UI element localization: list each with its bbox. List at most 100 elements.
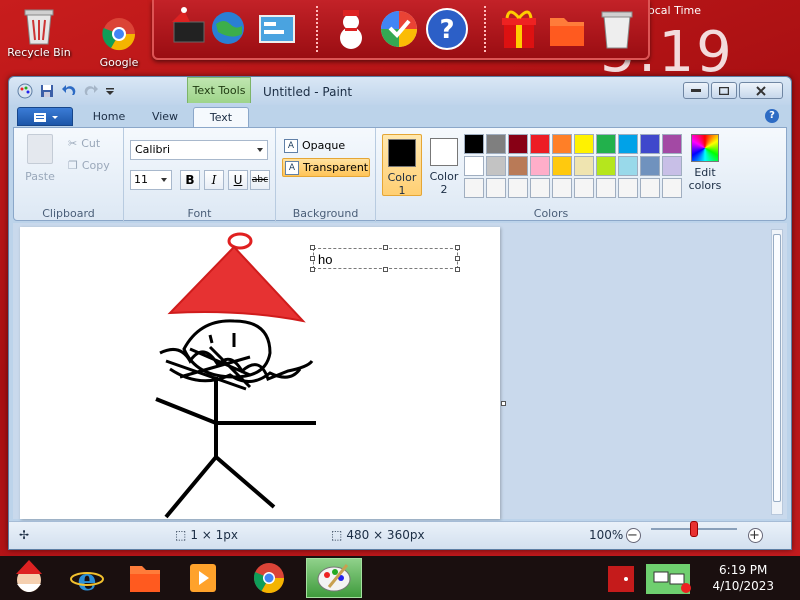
palette-color-swatch[interactable] [574,178,594,198]
palette-color-swatch[interactable] [596,156,616,176]
taskbar-media-button[interactable] [178,558,234,598]
color1-selector[interactable]: Color 1 [382,134,422,197]
paste-button[interactable]: Paste [22,134,58,183]
resize-handle[interactable] [383,245,388,250]
font-family-dropdown[interactable]: Calibri [130,140,268,160]
font-size-dropdown[interactable]: 11 [130,170,172,190]
vertical-scrollbar[interactable] [771,229,783,515]
transparent-option[interactable]: A Transparent [282,158,370,177]
taskbar-chrome-button[interactable] [244,558,300,598]
palette-color-swatch[interactable] [618,156,638,176]
undo-icon[interactable] [61,83,77,99]
italic-button[interactable]: I [204,170,224,190]
resize-handle[interactable] [455,245,460,250]
palette-color-swatch[interactable] [530,156,550,176]
palette-color-swatch[interactable] [552,156,572,176]
taskbar-explorer-button[interactable] [120,558,176,598]
palette-color-swatch[interactable] [464,156,484,176]
dock-folder-icon[interactable] [544,6,590,52]
palette-color-swatch[interactable] [508,156,528,176]
save-icon[interactable] [39,83,55,99]
cut-button[interactable]: ✂ Cut [68,134,100,152]
help-icon[interactable]: ? [765,109,779,123]
palette-color-swatch[interactable] [596,134,616,154]
redo-icon[interactable] [83,83,99,99]
canvas-resize-handle[interactable] [501,401,506,406]
qat-customize-icon[interactable] [105,83,121,99]
tray-clock[interactable]: 6:19 PM 4/10/2023 [712,562,774,594]
palette-color-swatch[interactable] [662,178,682,198]
resize-handle[interactable] [310,245,315,250]
scrollbar-thumb[interactable] [773,234,781,502]
opaque-option[interactable]: A Opaque [282,136,370,155]
dock-help-icon[interactable]: ? [424,6,470,52]
palette-color-swatch[interactable] [486,178,506,198]
dock-windows-update-icon[interactable] [376,6,422,52]
palette-color-swatch[interactable] [596,178,616,198]
tab-home[interactable]: Home [81,107,137,127]
palette-color-swatch[interactable] [552,134,572,154]
palette-color-swatch[interactable] [574,134,594,154]
palette-color-swatch[interactable] [662,156,682,176]
palette-color-swatch[interactable] [618,134,638,154]
dock-gift-icon[interactable] [496,6,542,52]
google-label: Google [99,56,139,69]
close-button[interactable] [739,82,783,99]
dock-santa-computer-icon[interactable] [164,6,210,52]
zoom-slider[interactable] [651,521,737,537]
start-button[interactable] [4,558,60,598]
resize-handle[interactable] [310,256,315,261]
palette-color-swatch[interactable] [640,134,660,154]
palette-color-swatch[interactable] [464,178,484,198]
underline-button[interactable]: U [228,170,248,190]
dock-snowman-icon[interactable] [328,6,374,52]
move-cursor-icon: ✢ [19,528,30,542]
desktop-icon-recycle-bin[interactable]: Recycle Bin [4,6,74,59]
dock-globe-icon[interactable] [206,6,252,52]
palette-color-swatch[interactable] [530,134,550,154]
zoom-out-button[interactable]: − [626,528,641,543]
desktop-icon-google[interactable]: Google [84,16,154,69]
selection-icon: ⬚ [175,528,187,542]
palette-color-swatch[interactable] [552,178,572,198]
palette-color-swatch[interactable] [530,178,550,198]
text-input-box[interactable]: ho [313,248,458,269]
maximize-button[interactable] [711,82,737,99]
tray-red-app-icon[interactable] [606,558,636,598]
zoom-slider-thumb[interactable] [690,521,698,537]
dock-recycle-bin-icon[interactable] [594,6,640,52]
tab-view[interactable]: View [137,107,193,127]
resize-handle[interactable] [455,256,460,261]
palette-color-swatch[interactable] [640,156,660,176]
palette-color-swatch[interactable] [574,156,594,176]
palette-color-swatch[interactable] [508,134,528,154]
color2-selector[interactable]: Color 2 [424,134,464,196]
file-menu-button[interactable] [17,107,73,126]
tab-text[interactable]: Text [193,107,249,127]
color1-swatch [388,139,416,167]
zoom-in-button[interactable]: + [748,528,763,543]
copy-button[interactable]: ❐ Copy [68,156,110,174]
palette-color-swatch[interactable] [640,178,660,198]
tray-network-icon[interactable] [644,558,694,598]
palette-color-swatch[interactable] [662,134,682,154]
palette-color-swatch[interactable] [508,178,528,198]
dock-control-panel-icon[interactable] [254,6,300,52]
palette-color-swatch[interactable] [464,134,484,154]
paint-app-icon[interactable] [17,83,33,99]
bold-button[interactable]: B [180,170,200,190]
strikethrough-button[interactable]: abc [250,170,270,190]
color2-swatch [430,138,458,166]
edit-colors-button[interactable]: Edit colors [686,134,724,192]
palette-color-swatch[interactable] [486,156,506,176]
title-bar[interactable]: Text Tools Untitled - Paint [9,77,791,105]
palette-color-swatch[interactable] [486,134,506,154]
palette-color-swatch[interactable] [618,178,638,198]
drawing-canvas[interactable]: ho [20,227,500,519]
taskbar-paint-button[interactable] [306,558,362,598]
minimize-button[interactable] [683,82,709,99]
resize-handle[interactable] [310,267,315,272]
resize-handle[interactable] [455,267,460,272]
resize-handle[interactable] [383,267,388,272]
taskbar-ie-button[interactable]: e [62,558,118,598]
